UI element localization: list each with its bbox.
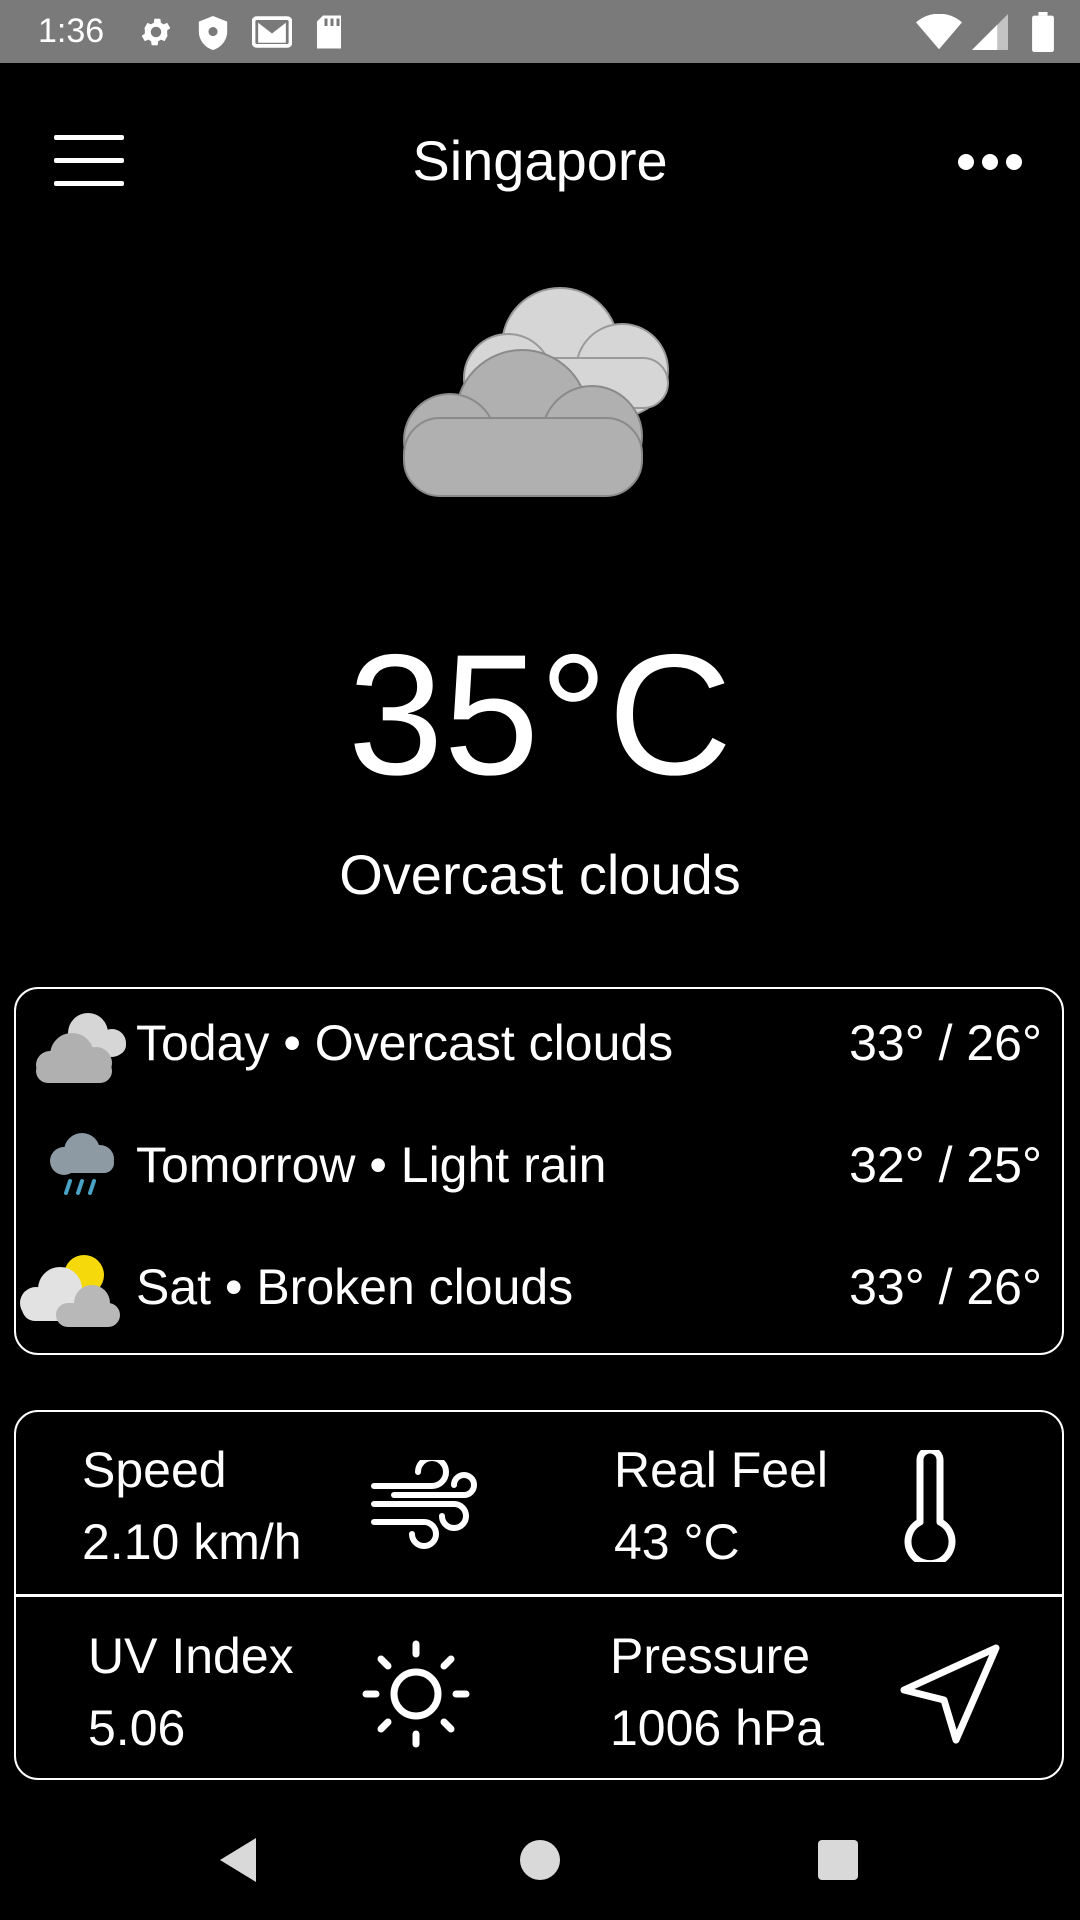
status-time: 1:36 <box>38 12 105 50</box>
status-bar: 1:36 <box>0 0 1080 63</box>
light-rain-icon <box>50 1133 114 1195</box>
recents-icon[interactable] <box>810 1832 866 1888</box>
back-icon[interactable] <box>212 1832 268 1888</box>
forecast-range: 33° / 26° <box>849 1015 1042 1071</box>
speed-value: 2.10 km/h <box>82 1514 302 1570</box>
overcast-clouds-icon <box>36 1013 126 1083</box>
shield-icon <box>198 16 228 50</box>
sun-icon <box>362 1640 470 1748</box>
home-icon[interactable] <box>512 1832 568 1888</box>
forecast-row-tomorrow[interactable]: Tomorrow • Light rain 32° / 25° <box>16 1111 1062 1221</box>
wind-icon <box>371 1460 477 1549</box>
cell-signal-icon <box>972 14 1008 50</box>
more-horizontal-icon[interactable] <box>950 145 1030 179</box>
real-feel-cell: Real Feel 43 °C <box>536 1412 1056 1592</box>
uv-index-cell: UV Index 5.06 <box>16 1598 536 1778</box>
wifi-icon <box>916 14 962 50</box>
broken-clouds-icon <box>20 1255 120 1327</box>
pressure-label: Pressure <box>610 1628 811 1684</box>
app-toolbar: Singapore <box>0 63 1080 255</box>
forecast-text: Sat • Broken clouds <box>136 1259 574 1315</box>
sd-card-icon <box>317 15 341 49</box>
real-feel-label: Real Feel <box>614 1442 828 1498</box>
current-description: Overcast clouds <box>339 843 741 906</box>
forecast-range: 33° / 26° <box>849 1259 1042 1315</box>
settings-icon <box>141 18 171 46</box>
city-title[interactable]: Singapore <box>0 125 1080 197</box>
battery-icon <box>1032 12 1054 52</box>
gmail-icon <box>252 16 292 48</box>
navigation-arrow-icon <box>900 1644 1000 1744</box>
thermometer-icon <box>904 1450 956 1562</box>
pressure-value: 1006 hPa <box>610 1700 825 1756</box>
forecast-range: 32° / 25° <box>849 1137 1042 1193</box>
forecast-row-sat[interactable]: Sat • Broken clouds 33° / 26° <box>16 1233 1062 1343</box>
overcast-clouds-icon <box>403 287 669 497</box>
current-temperature: 35°C <box>347 619 733 811</box>
uv-index-label: UV Index <box>88 1628 294 1684</box>
speed-cell: Speed 2.10 km/h <box>16 1412 536 1592</box>
forecast-card: Today • Overcast clouds 33° / 26° Tomorr… <box>14 987 1064 1355</box>
pressure-cell: Pressure 1006 hPa <box>536 1598 1056 1778</box>
system-nav-bar <box>0 1800 1080 1920</box>
forecast-text: Tomorrow • Light rain <box>136 1137 607 1193</box>
speed-label: Speed <box>82 1442 227 1498</box>
forecast-row-today[interactable]: Today • Overcast clouds 33° / 26° <box>16 989 1062 1099</box>
uv-index-value: 5.06 <box>88 1700 186 1756</box>
details-divider <box>16 1594 1062 1597</box>
real-feel-value: 43 °C <box>614 1514 740 1570</box>
forecast-text: Today • Overcast clouds <box>136 1015 674 1071</box>
details-card: Speed 2.10 km/h Real Feel 43 °C UV Index… <box>14 1410 1064 1780</box>
